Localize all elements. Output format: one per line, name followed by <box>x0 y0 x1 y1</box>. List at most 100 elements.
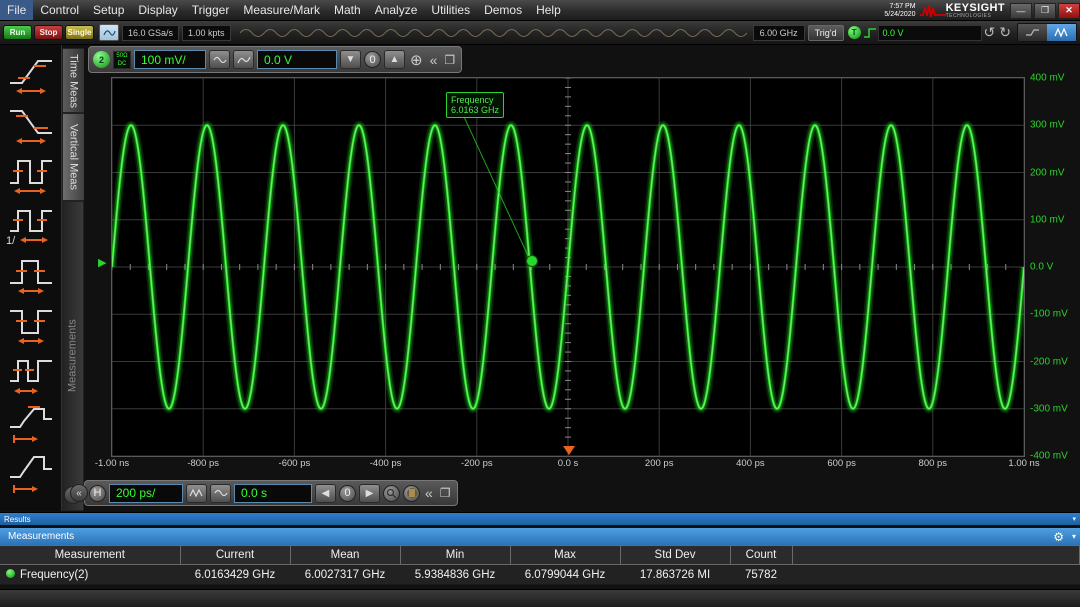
view-mode-toggle[interactable] <box>1017 23 1077 42</box>
column-stddev[interactable]: Std Dev <box>620 545 731 565</box>
waveform-icon[interactable] <box>210 483 231 503</box>
period-icon[interactable] <box>4 149 58 198</box>
measurement-name-cell[interactable]: Frequency(2) <box>0 564 180 585</box>
duty-cycle-icon[interactable] <box>4 349 58 398</box>
setup-time-icon[interactable] <box>4 449 58 498</box>
negative-width-icon[interactable] <box>4 299 58 348</box>
timebase-close-icon[interactable]: ❐ <box>438 486 453 500</box>
trigger-status-badge[interactable]: Trig'd <box>807 24 844 41</box>
edge-trigger-icon[interactable] <box>863 26 878 40</box>
horizontal-badge[interactable]: H <box>89 484 106 502</box>
trigger-level-display[interactable]: 0.0 V <box>877 24 982 41</box>
view-mode-analyze-icon[interactable] <box>1047 24 1076 41</box>
menu-item-utilities[interactable]: Utilities <box>424 0 477 20</box>
time-tick-label: 600 ps <box>827 458 856 469</box>
timebase-prev-icon[interactable]: « <box>423 485 435 501</box>
memory-bar-icon[interactable] <box>403 484 420 502</box>
menu-item-control[interactable]: Control <box>33 0 86 20</box>
waveform-display[interactable] <box>112 78 1024 456</box>
results-panel-header[interactable]: Results ▾ <box>0 512 1080 525</box>
tab-measurements[interactable]: Measurements <box>62 201 84 511</box>
vertical-scale-field[interactable]: 100 mV/ <box>134 50 206 69</box>
measurements-panel-caret-icon[interactable]: ▾ <box>1072 532 1076 541</box>
offset-zero-button[interactable]: 0 <box>364 51 381 68</box>
menu-item-file[interactable]: File <box>0 0 34 20</box>
channel-close-icon[interactable]: ❐ <box>442 53 457 67</box>
results-panel-title: Results <box>4 514 31 524</box>
column-mean[interactable]: Mean <box>290 545 401 565</box>
run-button[interactable]: Run <box>3 25 32 40</box>
rise-time-icon[interactable] <box>4 49 58 98</box>
frequency-icon[interactable]: 1/ <box>4 199 58 248</box>
search-icon[interactable] <box>383 484 400 502</box>
frequency-marker-tooltip[interactable]: Frequency 6.0163 GHz <box>446 92 505 118</box>
menu-item-measure-mark[interactable]: Measure/Mark <box>236 0 327 20</box>
timebase-collapse-icon[interactable]: « <box>70 484 88 502</box>
measurement-count-cell: 75782 <box>730 564 792 585</box>
measurement-name: Frequency(2) <box>20 568 89 581</box>
maximize-button[interactable]: ❐ <box>1034 2 1056 19</box>
delay-icon[interactable] <box>4 399 58 448</box>
results-panel-caret-icon[interactable]: ▾ <box>1072 515 1076 523</box>
measurement-spacer-cell <box>792 564 1080 585</box>
redo-icon[interactable]: ↻ <box>997 24 1013 41</box>
main-toolbar: Run Stop Single 16.0 GSa/s 1.00 kpts 6.0… <box>0 21 1080 45</box>
position-left-button[interactable]: ◀ <box>315 483 336 503</box>
offset-up-button[interactable]: ▲ <box>384 50 405 69</box>
positive-width-icon[interactable] <box>4 249 58 298</box>
memory-depth-display[interactable]: 1.00 kpts <box>182 24 231 41</box>
invert-icon[interactable] <box>209 50 230 69</box>
menu-item-analyze[interactable]: Analyze <box>368 0 425 20</box>
column-count[interactable]: Count <box>730 545 793 565</box>
channel-prev-icon[interactable]: « <box>428 52 440 68</box>
measurement-source-icon <box>6 568 15 578</box>
sample-rate-display[interactable]: 16.0 GSa/s <box>122 24 180 41</box>
timebase-scale-field[interactable]: 200 ps/ <box>109 483 183 503</box>
measurement-marker-dot[interactable] <box>526 255 538 267</box>
menu-item-math[interactable]: Math <box>327 0 368 20</box>
time-tick-label: 800 ps <box>918 458 948 469</box>
view-mode-normal-icon[interactable] <box>1018 24 1047 41</box>
single-button[interactable]: Single <box>65 25 94 40</box>
stop-button[interactable]: Stop <box>34 25 63 40</box>
fall-time-icon[interactable] <box>4 99 58 148</box>
measurements-panel-header[interactable]: Measurements <box>0 528 1080 545</box>
timebase-position-field[interactable]: 0.0 s <box>234 483 312 503</box>
gear-icon[interactable]: ⚙ <box>1053 530 1064 544</box>
tab-vertical-meas[interactable]: Vertical Meas <box>62 113 84 201</box>
undo-icon[interactable]: ↺ <box>982 24 998 41</box>
menu-item-demos[interactable]: Demos <box>477 0 529 20</box>
trigger-marker-icon[interactable] <box>563 446 575 455</box>
position-zero-button[interactable]: 0 <box>339 484 356 502</box>
bandwidth-display[interactable]: 6.00 GHz <box>752 24 805 41</box>
position-right-button[interactable]: ▶ <box>359 483 380 503</box>
column-min[interactable]: Min <box>400 545 511 565</box>
channel-coupling-indicator[interactable]: 50Ω DC <box>113 50 131 69</box>
time-tick-label: 0.0 s <box>557 458 579 469</box>
normal-icon[interactable] <box>233 50 254 69</box>
measurements-panel-title: Measurements <box>8 531 75 542</box>
close-button[interactable]: ✕ <box>1058 2 1080 19</box>
column-current[interactable]: Current <box>180 545 291 565</box>
menu-item-trigger[interactable]: Trigger <box>185 0 237 20</box>
zoom-waveform-icon[interactable] <box>186 483 207 503</box>
menu-item-help[interactable]: Help <box>529 0 568 20</box>
menu-item-display[interactable]: Display <box>131 0 184 20</box>
column-measurement[interactable]: Measurement <box>0 545 181 565</box>
minimize-button[interactable]: — <box>1010 2 1032 19</box>
add-channel-icon[interactable]: ⊕ <box>408 51 425 69</box>
channel-2-trace <box>112 107 1024 414</box>
offset-down-button[interactable]: ▼ <box>340 50 361 69</box>
tab-time-meas[interactable]: Time Meas <box>62 48 84 113</box>
ground-marker-icon[interactable]: ▶ <box>98 256 106 269</box>
menu-item-setup[interactable]: Setup <box>86 0 131 20</box>
waveform-minimap[interactable] <box>239 24 747 42</box>
offset-field[interactable]: 0.0 V <box>257 50 337 69</box>
table-row[interactable]: Frequency(2) 6.0163429 GHz 6.0027317 GHz… <box>0 564 1080 585</box>
trigger-source-icon[interactable]: T <box>847 26 861 39</box>
channel-number-badge[interactable]: 2 <box>93 51 110 68</box>
column-max[interactable]: Max <box>510 545 621 565</box>
clear-display-icon[interactable] <box>99 24 119 41</box>
measurement-stddev-cell: 17.863726 MI <box>620 564 730 585</box>
tooltip-value: 6.0163 GHz <box>451 105 500 115</box>
